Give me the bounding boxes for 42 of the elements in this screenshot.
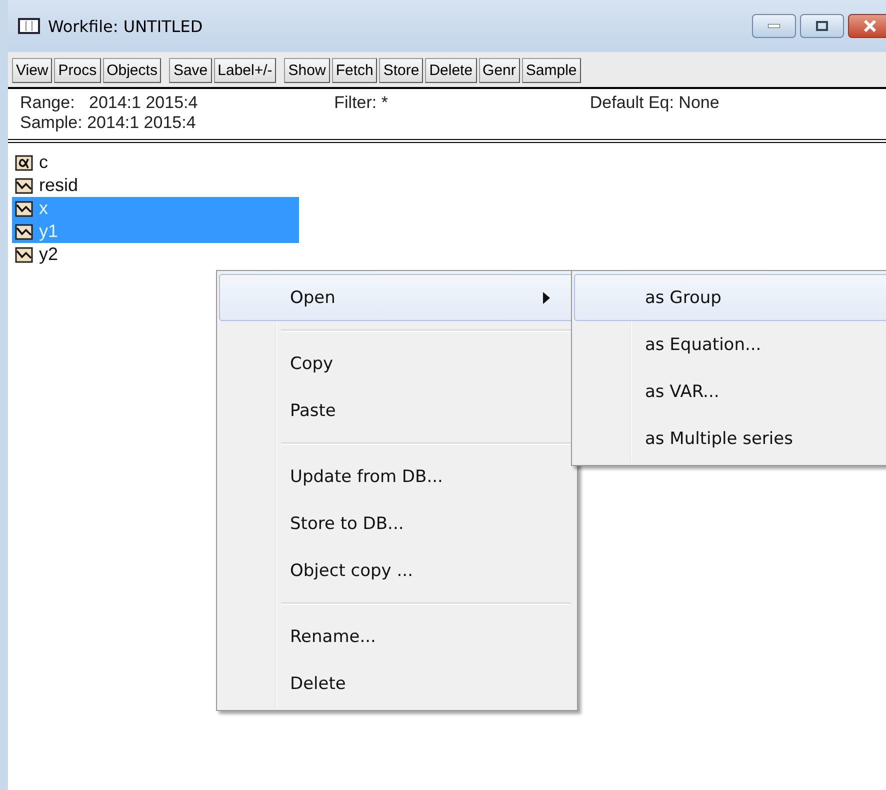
toolbar-button[interactable]: Genr bbox=[478, 58, 520, 83]
maximize-button[interactable] bbox=[800, 14, 844, 38]
toolbar-button[interactable]: Delete bbox=[425, 58, 477, 83]
menu-item[interactable]: Paste bbox=[219, 387, 575, 434]
window-icon bbox=[18, 18, 40, 34]
menu-item[interactable]: Copy bbox=[219, 340, 575, 387]
toolbar-button[interactable]: Show bbox=[284, 58, 330, 83]
toolbar-button[interactable]: Sample bbox=[522, 58, 581, 83]
toolbar-button[interactable]: View bbox=[12, 58, 52, 83]
menu-item[interactable]: Update from DB... bbox=[219, 453, 575, 500]
series-icon bbox=[15, 178, 33, 194]
toolbar-button[interactable]: Save bbox=[169, 58, 212, 83]
close-icon bbox=[863, 20, 877, 32]
series-icon bbox=[15, 200, 33, 216]
range-text: Range: 2014:1 2015:4 bbox=[20, 93, 199, 113]
minimize-button[interactable] bbox=[752, 14, 796, 38]
menu-item[interactable]: as Group bbox=[574, 274, 886, 321]
toolbar-button[interactable]: Procs bbox=[54, 58, 101, 83]
filter-text: Filter: * bbox=[334, 93, 389, 113]
alpha-icon bbox=[15, 154, 33, 170]
minimize-icon bbox=[768, 24, 780, 28]
toolbar-button[interactable]: Fetch bbox=[332, 58, 378, 83]
workfile-object[interactable]: y2 bbox=[12, 243, 299, 266]
menu-item[interactable]: as Multiple series bbox=[574, 415, 886, 462]
series-icon bbox=[15, 224, 33, 240]
workfile-object[interactable]: resid bbox=[12, 174, 299, 197]
series-icon bbox=[15, 246, 33, 262]
menu-item[interactable]: as VAR... bbox=[574, 368, 886, 415]
close-button[interactable] bbox=[848, 14, 886, 38]
maximize-icon bbox=[816, 21, 828, 31]
window-title: Workfile: UNTITLED bbox=[48, 16, 204, 36]
menu-item[interactable]: as Equation... bbox=[574, 321, 886, 368]
default-eq-text: Default Eq: None bbox=[590, 93, 720, 113]
menu-item[interactable]: Rename... bbox=[219, 613, 575, 660]
menu-item[interactable]: Store to DB... bbox=[219, 500, 575, 547]
workfile-object[interactable]: c bbox=[12, 151, 299, 174]
menu-item[interactable]: Delete bbox=[219, 660, 575, 707]
menu-item[interactable]: Object copy ... bbox=[219, 547, 575, 594]
sample-text: Sample: 2014:1 2015:4 bbox=[20, 113, 197, 133]
toolbar-button[interactable]: Objects bbox=[102, 58, 162, 83]
toolbar-button[interactable]: Label+/- bbox=[214, 58, 276, 83]
toolbar-button[interactable]: Store bbox=[379, 58, 424, 83]
